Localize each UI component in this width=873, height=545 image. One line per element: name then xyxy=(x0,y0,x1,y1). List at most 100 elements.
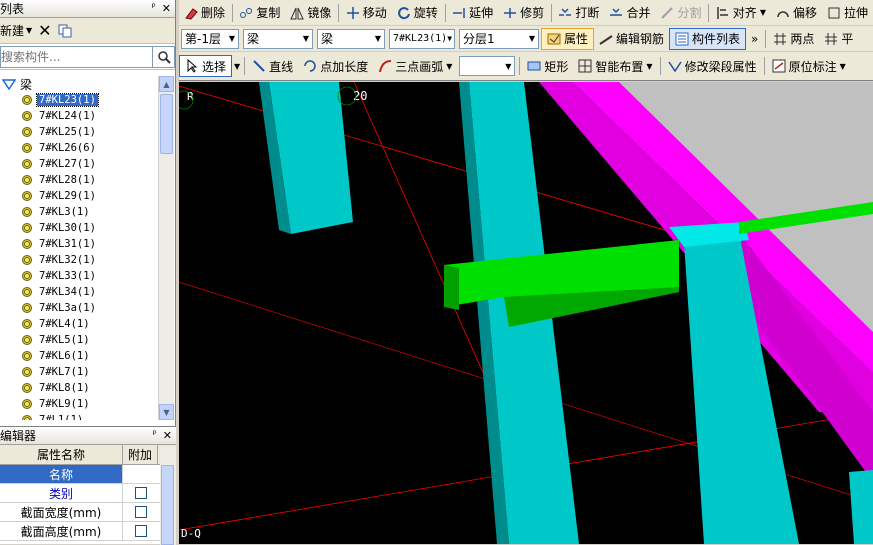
move-button[interactable]: 移动 xyxy=(341,2,392,24)
tree-item-label: 7#KL4(1) xyxy=(39,318,90,330)
tree-item-label: 7#KL23(1) xyxy=(36,93,99,107)
tree-item[interactable]: 7#KL31(1) xyxy=(0,236,158,252)
component-list-button[interactable]: 构件列表 xyxy=(669,27,747,50)
trim-button[interactable]: 修剪 xyxy=(498,2,549,24)
copy-component-button[interactable] xyxy=(58,24,72,38)
tree-item[interactable]: 7#KL4(1) xyxy=(0,316,158,332)
tree-item[interactable]: 7#KL23(1) xyxy=(0,92,158,108)
scroll-thumb[interactable] xyxy=(161,465,174,545)
close-icon[interactable]: ✕ xyxy=(162,2,171,15)
search-button[interactable] xyxy=(153,45,175,68)
rotate-button[interactable]: 旋转 xyxy=(392,2,443,24)
property-row[interactable]: 类别 xyxy=(0,484,176,503)
scroll-up-arrow[interactable]: ▲ xyxy=(159,76,174,92)
tree-item[interactable]: 7#KL26(6) xyxy=(0,140,158,156)
split-button[interactable]: 分割 xyxy=(655,2,706,24)
scroll-thumb[interactable] xyxy=(160,94,173,154)
tree-item[interactable]: 7#KL34(1) xyxy=(0,284,158,300)
offset-button[interactable]: 偏移 xyxy=(771,2,822,24)
scroll-down-arrow[interactable]: ▼ xyxy=(159,404,174,420)
select-label: 选择 xyxy=(202,59,227,74)
component-tree: 梁 7#KL23(1) 7#KL24(1) 7#KL25(1) 7#KL26(6) 7#… xyxy=(0,76,158,420)
parallel-button[interactable]: 平 xyxy=(819,28,858,50)
tree-item[interactable]: 7#KL28(1) xyxy=(0,172,158,188)
component-gear-icon xyxy=(22,111,32,121)
col-property-name: 属性名称 xyxy=(0,445,123,464)
merge-icon xyxy=(610,7,623,16)
in-situ-label-button[interactable]: 原位标注 ▼ xyxy=(767,55,851,77)
type-select-2[interactable]: 梁 ▼ xyxy=(317,28,385,49)
arc-icon xyxy=(379,60,392,73)
property-row[interactable]: 截面宽度(mm) xyxy=(0,503,176,522)
extra-checkbox[interactable] xyxy=(134,487,147,499)
smart-layout-button[interactable]: 智能布置 ▼ xyxy=(573,55,657,77)
axis-label-20: 20 xyxy=(353,89,367,103)
3d-viewport[interactable]: R 20 D-Q xyxy=(179,82,873,544)
property-scrollbar[interactable] xyxy=(160,447,176,545)
tree-item[interactable]: 7#KL8(1) xyxy=(0,380,158,396)
tree-item[interactable]: 7#KL9(1) xyxy=(0,396,158,412)
offset-icon xyxy=(777,10,789,17)
component-gear-icon xyxy=(22,335,32,345)
parallel-icon xyxy=(825,32,838,45)
pin-icon[interactable]: ᵖ xyxy=(151,2,155,15)
modify-span-props-button[interactable]: 修改梁段属性 xyxy=(663,55,762,77)
line-button[interactable]: 直线 xyxy=(247,55,298,77)
arc-button[interactable]: 三点画弧 ▼ xyxy=(373,55,457,77)
align-button[interactable]: 对齐 ▼ xyxy=(711,2,771,24)
properties-button[interactable]: 属性 xyxy=(541,27,595,50)
tree-item[interactable]: 7#L1(1) xyxy=(0,412,158,420)
delete-component-button[interactable]: ✕ xyxy=(38,21,51,40)
tree-item[interactable]: 7#KL33(1) xyxy=(0,268,158,284)
tree-item-label: 7#KL6(1) xyxy=(39,350,90,362)
extend-button[interactable]: 延伸 xyxy=(447,2,498,24)
search-input[interactable] xyxy=(0,45,153,68)
toolbar-overflow-button[interactable]: » xyxy=(746,28,763,50)
point-length-button[interactable]: 点加长度 xyxy=(298,55,373,77)
tree-root-beam[interactable]: 梁 xyxy=(0,76,158,92)
new-button[interactable]: 新建 ▼ xyxy=(0,22,32,39)
pin-icon[interactable]: ᵖ xyxy=(152,429,156,442)
tree-item[interactable]: 7#KL3(1) xyxy=(0,204,158,220)
tree-item-label: 7#KL7(1) xyxy=(39,366,90,378)
chevron-down-icon[interactable]: ▼ xyxy=(232,62,242,71)
component-select[interactable]: 7#KL23(1) ▼ xyxy=(389,28,455,49)
break-button[interactable]: 打断 xyxy=(553,2,604,24)
copy-button[interactable]: 复制 xyxy=(234,2,285,24)
tree-item[interactable]: 7#KL7(1) xyxy=(0,364,158,380)
edit-rebar-button[interactable]: 编辑钢筋 xyxy=(594,28,669,50)
tree-item[interactable]: 7#KL6(1) xyxy=(0,348,158,364)
tree-item[interactable]: 7#KL29(1) xyxy=(0,188,158,204)
property-row[interactable]: 名称 xyxy=(0,465,176,484)
tree-item[interactable]: 7#KL30(1) xyxy=(0,220,158,236)
layer-select[interactable]: 分层1 ▼ xyxy=(459,28,539,49)
floor-select[interactable]: 第-1层 ▼ xyxy=(181,28,239,49)
properties-icon xyxy=(547,33,561,44)
tree-item[interactable]: 7#KL3a(1) xyxy=(0,300,158,316)
select-button[interactable]: 选择 xyxy=(179,55,233,77)
extra-checkbox[interactable] xyxy=(134,525,147,537)
search-icon xyxy=(157,50,171,64)
extend-label: 延伸 xyxy=(469,6,494,20)
extra-checkbox[interactable] xyxy=(134,506,147,518)
close-icon[interactable]: ✕ xyxy=(163,429,172,442)
tree-item[interactable]: 7#KL5(1) xyxy=(0,332,158,348)
component-gear-icon xyxy=(22,351,32,361)
tree-item[interactable]: 7#KL25(1) xyxy=(0,124,158,140)
rect-button[interactable]: 矩形 xyxy=(522,55,573,77)
mirror-button[interactable]: 镜像 xyxy=(285,2,336,24)
tree-item[interactable]: 7#KL24(1) xyxy=(0,108,158,124)
tree-scrollbar[interactable]: ▲ ▼ xyxy=(158,76,174,420)
property-row[interactable]: 截面高度(mm) xyxy=(0,522,176,541)
edit-toolbar: 删除 复制 镜像 移动 旋转 延伸 修剪 打断 合并 分割 对齐 ▼ 偏移 拉伸 xyxy=(179,0,873,26)
tree-item[interactable]: 7#KL32(1) xyxy=(0,252,158,268)
merge-button[interactable]: 合并 xyxy=(604,2,655,24)
two-points-button[interactable]: 两点 xyxy=(768,28,819,50)
tree-item[interactable]: 7#KL27(1) xyxy=(0,156,158,172)
col-extra: 附加 xyxy=(123,445,158,464)
type-select-1[interactable]: 梁 ▼ xyxy=(243,28,313,49)
arc-mode-select[interactable]: ▼ xyxy=(459,56,516,76)
component-gear-icon xyxy=(22,239,32,249)
stretch-button[interactable]: 拉伸 xyxy=(822,2,873,24)
delete-button[interactable]: 删除 xyxy=(179,2,230,24)
